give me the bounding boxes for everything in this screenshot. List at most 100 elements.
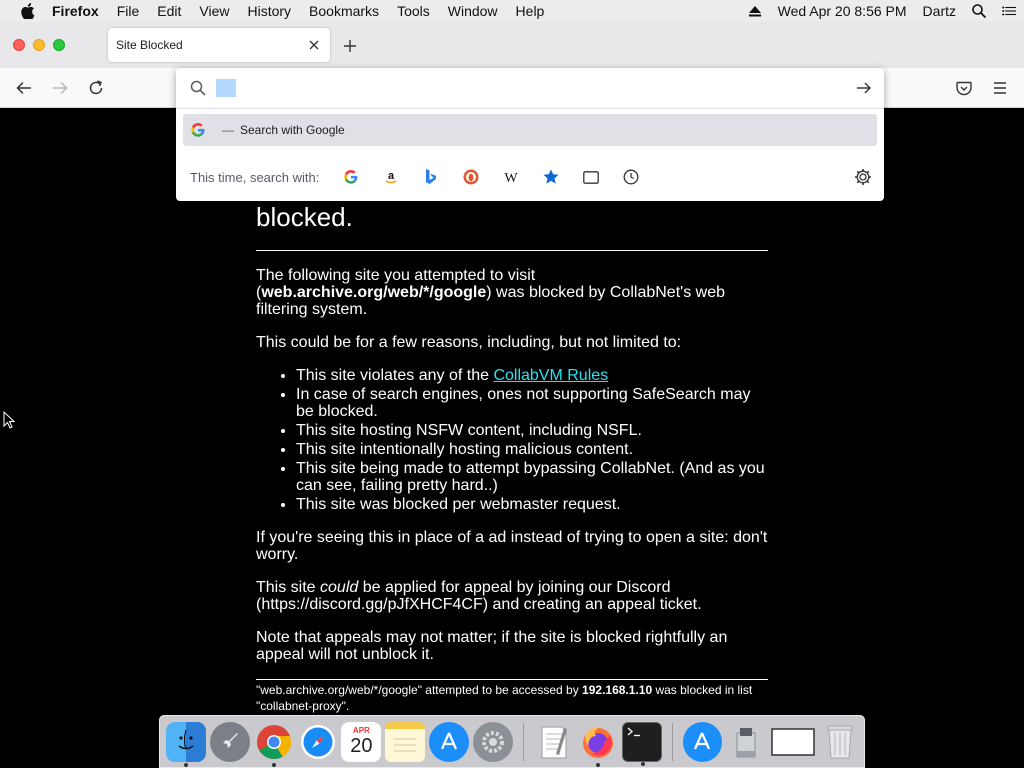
appeal-text-start: This site xyxy=(256,579,321,596)
ad-note: If you're seeing this in place of a ad i… xyxy=(256,529,768,563)
dock-separator xyxy=(671,722,673,761)
client-ip: 192.168.1.10 xyxy=(582,683,653,697)
running-indicator xyxy=(184,762,188,767)
collabvm-rules-link[interactable]: CollabVM Rules xyxy=(493,367,608,384)
search-settings-gear-icon[interactable] xyxy=(854,168,872,186)
app-store-icon[interactable] xyxy=(429,721,470,762)
appeal-emphasis: could xyxy=(320,579,359,596)
app-menu-button[interactable] xyxy=(990,78,1010,98)
hamburger-menu-icon xyxy=(994,82,1006,94)
google-icon xyxy=(191,123,205,137)
svg-text:a: a xyxy=(388,170,395,182)
launchpad-icon[interactable] xyxy=(209,721,250,762)
block-footer: "web.archive.org/web/*/google" attempted… xyxy=(256,679,768,714)
notification-center-icon[interactable] xyxy=(994,0,1024,22)
wikipedia-engine-icon[interactable]: W xyxy=(491,163,531,191)
close-tab-icon[interactable] xyxy=(306,37,322,53)
blocked-page-content: blocked. The following site you attempte… xyxy=(256,200,768,714)
dock-separator xyxy=(522,722,524,761)
menu-view[interactable]: View xyxy=(190,3,238,19)
reason-item: In case of search engines, ones not supp… xyxy=(296,386,768,420)
calendar-month: APR xyxy=(352,726,370,735)
notes-icon[interactable] xyxy=(385,721,426,762)
bing-engine-icon[interactable] xyxy=(411,163,451,191)
calendar-day: 20 xyxy=(350,735,373,757)
one-off-label: This time, search with: xyxy=(190,169,320,185)
minimized-window-icon[interactable] xyxy=(770,722,816,762)
reasons-intro: This could be for a few reasons, includi… xyxy=(256,334,682,351)
window-minimize-button[interactable] xyxy=(33,39,45,51)
spotlight-search-icon[interactable] xyxy=(964,0,994,22)
back-button[interactable] xyxy=(14,78,34,98)
go-arrow-icon[interactable] xyxy=(856,80,872,96)
tab-bar: Site Blocked xyxy=(0,22,1024,68)
suggestion-separator: — xyxy=(222,123,234,137)
urlbar-popup: — Search with Google This time, search w… xyxy=(176,68,884,201)
window-close-button[interactable] xyxy=(13,39,25,51)
search-suggestion-row[interactable]: — Search with Google xyxy=(183,114,877,146)
firefox-icon[interactable] xyxy=(578,722,618,767)
heading-divider xyxy=(256,250,768,251)
pocket-button[interactable] xyxy=(954,78,974,98)
urlbar-divider xyxy=(176,108,884,109)
intro-paragraph: The following site you attempted to visi… xyxy=(256,267,768,318)
running-indicator xyxy=(640,761,645,766)
bookmarks-star-icon[interactable] xyxy=(531,163,571,191)
menu-tools[interactable]: Tools xyxy=(388,3,439,19)
eject-icon[interactable] xyxy=(740,0,770,22)
menu-edit[interactable]: Edit xyxy=(148,3,190,19)
menu-history[interactable]: History xyxy=(238,3,300,19)
forward-button[interactable] xyxy=(50,78,70,98)
window-zoom-button[interactable] xyxy=(53,39,65,51)
finder-icon[interactable] xyxy=(166,721,206,767)
apple-icon[interactable] xyxy=(20,3,36,19)
menu-bar: Firefox File Edit View History Bookmarks… xyxy=(0,0,1024,22)
menu-bookmarks[interactable]: Bookmarks xyxy=(300,3,388,19)
menu-window[interactable]: Window xyxy=(439,3,507,19)
reason-item: This site hosting NSFW content, includin… xyxy=(296,422,768,439)
appeal-note: Note that appeals may not matter; if the… xyxy=(256,629,728,663)
textedit-icon[interactable] xyxy=(534,722,574,762)
urlbar-query-text[interactable] xyxy=(216,79,236,97)
menu-file[interactable]: File xyxy=(108,3,149,19)
dock: APR 20 xyxy=(159,715,865,768)
menubar-user[interactable]: Dartz xyxy=(915,3,964,19)
new-tab-button[interactable] xyxy=(340,36,360,56)
forward-arrow-icon xyxy=(53,81,68,95)
reason-1-text: This site violates any of the xyxy=(296,367,494,384)
reason-item: This site being made to attempt bypassin… xyxy=(296,460,768,494)
amazon-engine-icon[interactable]: a xyxy=(371,163,411,191)
running-indicator xyxy=(595,762,600,767)
history-clock-icon[interactable] xyxy=(611,163,651,191)
safari-icon[interactable] xyxy=(298,722,338,762)
reload-button[interactable] xyxy=(86,78,106,98)
reasons-list: This site violates any of the CollabVM R… xyxy=(296,367,768,513)
trash-icon[interactable] xyxy=(820,722,860,762)
menu-help[interactable]: Help xyxy=(507,3,554,19)
disk-image-icon[interactable] xyxy=(726,722,766,762)
reason-item: This site violates any of the CollabVM R… xyxy=(296,367,768,384)
mouse-cursor-icon xyxy=(3,411,15,429)
menubar-clock[interactable]: Wed Apr 20 8:56 PM xyxy=(770,3,915,19)
svg-text:W: W xyxy=(505,171,519,184)
tab-title: Site Blocked xyxy=(116,38,183,52)
google-engine-icon[interactable] xyxy=(331,163,371,191)
system-preferences-icon[interactable] xyxy=(473,721,513,762)
search-icon xyxy=(190,80,206,96)
reload-icon xyxy=(89,80,103,95)
footer-text-start: "web.archive.org/web/*/google" attempted… xyxy=(256,683,583,697)
tabs-icon[interactable] xyxy=(571,163,611,191)
blocked-url: web.archive.org/web/*/google xyxy=(261,284,487,301)
duckduckgo-engine-icon[interactable] xyxy=(451,163,491,191)
calendar-icon[interactable]: APR 20 xyxy=(341,721,382,762)
applications-folder-icon[interactable] xyxy=(682,721,723,762)
urlbar-input[interactable] xyxy=(176,68,884,108)
page-heading: blocked. xyxy=(256,202,353,232)
back-arrow-icon xyxy=(16,81,31,95)
terminal-icon[interactable] xyxy=(621,721,662,766)
one-off-search-bar: This time, search with: a W xyxy=(176,160,884,194)
chrome-icon[interactable] xyxy=(254,722,294,767)
tab-site-blocked[interactable]: Site Blocked xyxy=(108,28,330,62)
menu-app-firefox[interactable]: Firefox xyxy=(52,3,108,19)
appeal-paragraph: This site could be applied for appeal by… xyxy=(256,579,768,613)
